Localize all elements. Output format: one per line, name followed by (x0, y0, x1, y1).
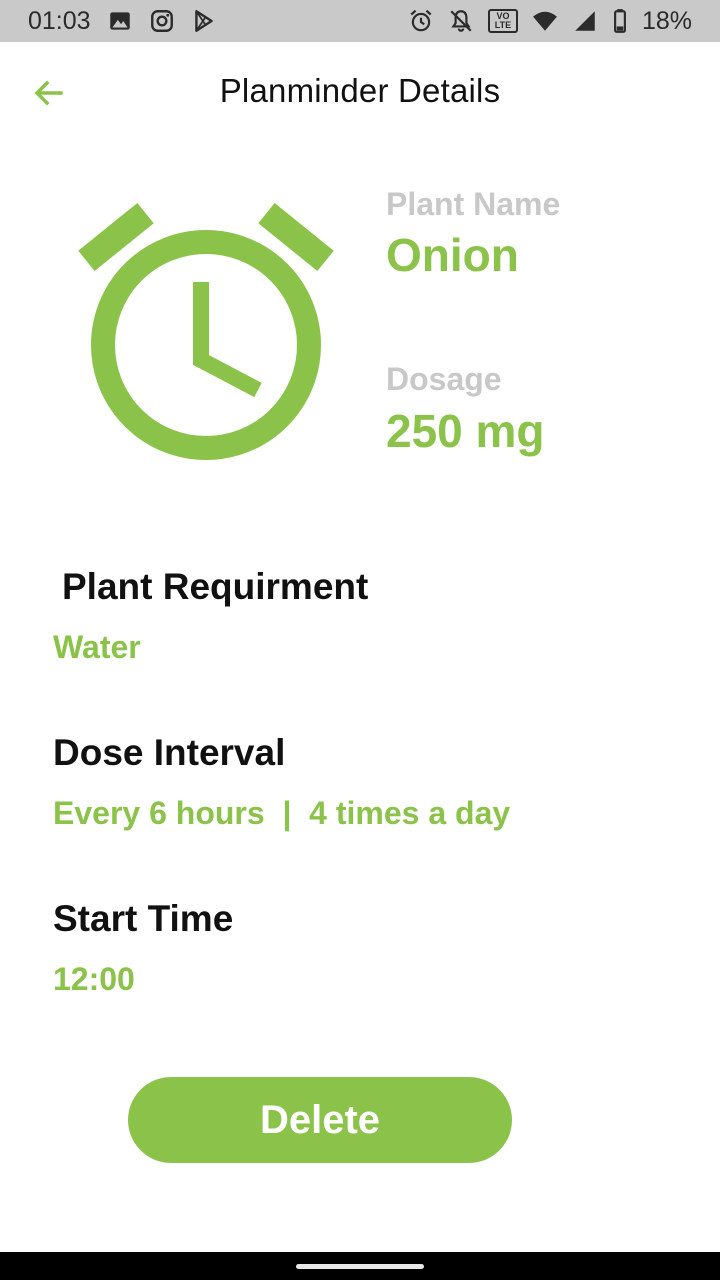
dose-interval-value: Every 6 hours | 4 times a day (53, 795, 511, 831)
plant-name-label: Plant Name (386, 186, 561, 222)
play-store-icon (191, 8, 217, 34)
dosage-label: Dosage (386, 361, 502, 397)
alarm-clock-icon (78, 202, 334, 460)
app-bar: Planminder Details (0, 42, 720, 142)
home-gesture-handle[interactable] (296, 1264, 424, 1269)
plant-requirement-title: Plant Requirment (62, 566, 369, 607)
dosage-value: 250 mg (386, 405, 545, 457)
signal-icon (572, 8, 598, 34)
volte-line2: LTE (494, 20, 512, 30)
alarm-clock-illustration (76, 200, 336, 465)
delete-button[interactable]: Delete (128, 1077, 512, 1163)
battery-icon (612, 8, 628, 34)
plant-name-value: Onion (386, 229, 519, 281)
start-time-value: 12:00 (53, 961, 135, 997)
instagram-icon (149, 8, 175, 34)
wifi-icon (532, 8, 558, 34)
status-bar: 01:03 VO LTE 18% (0, 0, 720, 42)
page-title: Planminder Details (219, 72, 501, 109)
image-icon (107, 8, 133, 34)
status-left: 01:03 (28, 7, 217, 36)
plant-requirement-value: Water (53, 629, 141, 665)
notifications-off-icon (448, 8, 474, 34)
navigation-bar (0, 1252, 720, 1280)
alarm-icon (408, 8, 434, 34)
status-time: 01:03 (28, 6, 91, 35)
volte-icon: VO LTE (487, 9, 518, 33)
dose-interval-title: Dose Interval (53, 732, 286, 773)
start-time-title: Start Time (53, 898, 234, 939)
battery-percent: 18% (641, 6, 692, 35)
status-right: VO LTE 18% (408, 7, 692, 36)
